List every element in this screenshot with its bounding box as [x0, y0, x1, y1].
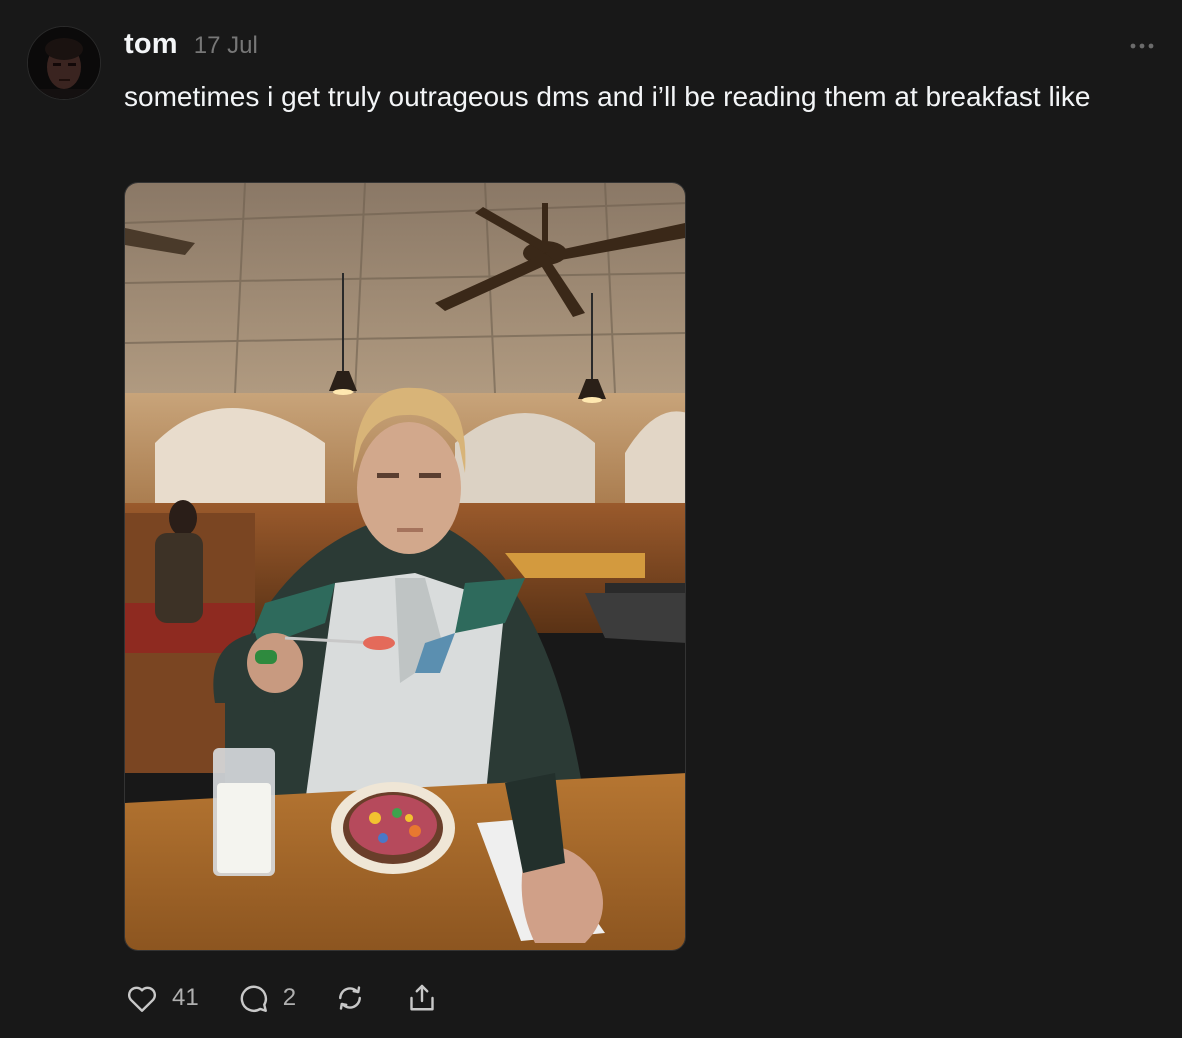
timestamp[interactable]: 17 Jul [194, 32, 258, 60]
more-dots-icon [1130, 43, 1154, 49]
photo [125, 183, 685, 950]
post-header: tom 17 Jul [124, 28, 258, 61]
avatar-image [28, 27, 100, 99]
repost-button[interactable] [332, 980, 368, 1016]
more-options-button[interactable] [1128, 36, 1156, 56]
reply-count: 2 [282, 984, 297, 1011]
repost-icon [339, 986, 362, 1010]
share-button[interactable] [404, 980, 440, 1016]
action-bar: 41 2 [124, 980, 476, 1016]
post-text: sometimes i get truly outrageous dms and… [124, 81, 1091, 112]
like-button[interactable]: 41 [124, 980, 199, 1016]
comment-bubble-icon [240, 985, 267, 1012]
avatar[interactable] [27, 26, 101, 100]
thread-post: tom 17 Jul sometimes i get truly outrage… [0, 0, 1182, 1038]
reply-button[interactable]: 2 [235, 980, 296, 1016]
heart-icon [128, 986, 156, 1012]
username[interactable]: tom [124, 28, 178, 61]
like-count: 41 [172, 984, 199, 1011]
share-icon [410, 984, 434, 1011]
post-image[interactable] [124, 182, 686, 951]
